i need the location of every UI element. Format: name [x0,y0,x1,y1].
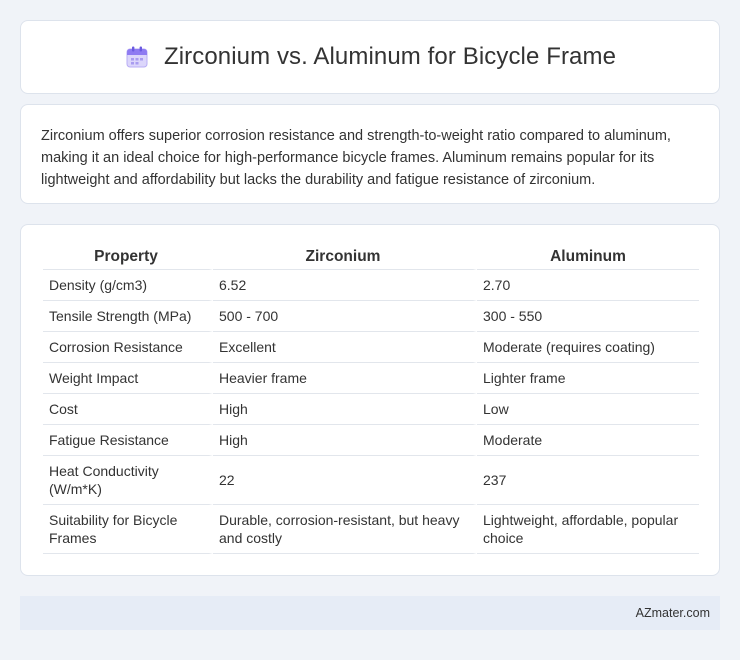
cell-aluminum: Moderate (requires coating) [477,332,699,363]
header-property: Property [43,243,213,270]
table-row: Suitability for Bicycle Frames Durable, … [43,505,699,554]
cell-aluminum: Low [477,394,699,425]
cell-property: Heat Conductivity (W/m*K) [43,456,213,505]
table-row: Cost High Low [43,394,699,425]
cell-aluminum: 237 [477,456,699,505]
footer: AZmater.com [20,596,720,630]
table-row: Tensile Strength (MPa) 500 - 700 300 - 5… [43,301,699,332]
cell-aluminum: 2.70 [477,270,699,301]
table-row: Heat Conductivity (W/m*K) 22 237 [43,456,699,505]
header-zirconium: Zirconium [213,243,477,270]
page-title: Zirconium vs. Aluminum for Bicycle Frame [163,43,617,70]
cell-property: Cost [43,394,213,425]
table-header-row: Property Zirconium Aluminum [43,243,699,270]
cell-zirconium: High [213,425,477,456]
table-row: Fatigue Resistance High Moderate [43,425,699,456]
cell-zirconium: 22 [213,456,477,505]
title-wrap: Zirconium vs. Aluminum for Bicycle Frame [124,43,616,71]
cell-property: Fatigue Resistance [43,425,213,456]
cell-zirconium: Heavier frame [213,363,477,394]
header-aluminum: Aluminum [477,243,699,270]
table-row: Corrosion Resistance Excellent Moderate … [43,332,699,363]
cell-property: Suitability for Bicycle Frames [43,505,213,554]
cell-aluminum: 300 - 550 [477,301,699,332]
cell-zirconium: 500 - 700 [213,301,477,332]
comparison-table: Property Zirconium Aluminum Density (g/c… [43,243,699,554]
table-card: Property Zirconium Aluminum Density (g/c… [20,224,720,576]
table-row: Weight Impact Heavier frame Lighter fram… [43,363,699,394]
table-row: Density (g/cm3) 6.52 2.70 [43,270,699,301]
calendar-icon [126,46,148,68]
intro-card: Zirconium offers superior corrosion resi… [20,104,720,204]
cell-property: Density (g/cm3) [43,270,213,301]
cell-zirconium: Durable, corrosion-resistant, but heavy … [213,505,477,554]
cell-property: Weight Impact [43,363,213,394]
intro-text: Zirconium offers superior corrosion resi… [41,128,671,188]
title-card: Zirconium vs. Aluminum for Bicycle Frame [20,20,720,94]
cell-property: Tensile Strength (MPa) [43,301,213,332]
cell-zirconium: Excellent [213,332,477,363]
cell-aluminum: Lightweight, affordable, popular choice [477,505,699,554]
cell-aluminum: Lighter frame [477,363,699,394]
cell-zirconium: 6.52 [213,270,477,301]
footer-brand: AZmater.com [635,606,710,620]
cell-zirconium: High [213,394,477,425]
cell-property: Corrosion Resistance [43,332,213,363]
cell-aluminum: Moderate [477,425,699,456]
